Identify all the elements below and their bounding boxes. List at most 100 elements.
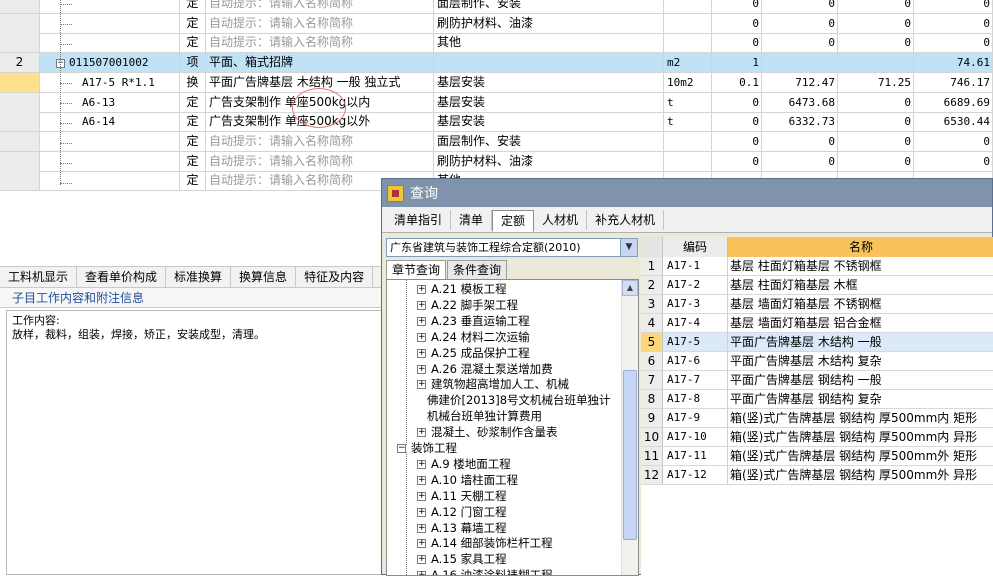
dialog-titlebar[interactable]: 查询 (382, 179, 992, 207)
tree-node[interactable]: 佛建价[2013]8号文机械台班单独计 (427, 392, 611, 408)
item-quantity[interactable]: 0 (712, 92, 762, 112)
dialog-tab[interactable]: 定额 (492, 209, 535, 232)
item-name[interactable]: 自动提示：请输入名称简称 (206, 13, 434, 33)
item-name[interactable]: 自动提示：请输入名称简称 (206, 131, 434, 151)
chevron-down-icon[interactable]: ▼ (620, 239, 637, 256)
expand-icon[interactable]: + (417, 523, 426, 533)
item-feature[interactable]: 刷防护材料、油漆 (434, 151, 664, 171)
quota-code[interactable]: −011507001002 (40, 53, 180, 73)
work-content-textbox[interactable] (6, 310, 385, 575)
grid-row[interactable]: A17-5 R*1.1…换平面广告牌基层 木结构 一般 独立式基层安装10m20… (0, 72, 993, 93)
item-name[interactable]: 自动提示：请输入名称简称 (206, 151, 434, 171)
item-quantity[interactable]: 1 (712, 53, 762, 73)
item-quantity[interactable]: 0 (712, 0, 762, 13)
dialog-tab[interactable]: 人材机 (534, 209, 588, 230)
grid-row[interactable]: 定自动提示：请输入名称简称 刷防护材料、油漆 0 0 0 0 (0, 151, 993, 172)
item-quantity[interactable]: 0 (712, 131, 762, 151)
item-feature[interactable]: 面层制作、安装 (434, 131, 664, 151)
expand-icon[interactable]: + (417, 507, 426, 517)
item-name[interactable]: 自动提示：请输入名称简称 (206, 33, 434, 53)
grid-row[interactable]: 定自动提示：请输入名称简称 面层制作、安装 0 0 0 0 (0, 131, 993, 152)
expand-icon[interactable]: + (417, 539, 426, 549)
grid-row[interactable]: 定自动提示：请输入名称简称 刷防护材料、油漆 0 0 0 0 (0, 13, 993, 34)
table-header-name[interactable]: 名称 (728, 237, 993, 257)
tree-node[interactable]: + A.9 楼地面工程 (417, 456, 511, 472)
tree-node[interactable]: + A.26 混凝土泵送增加费 (417, 361, 553, 377)
expand-icon[interactable]: + (417, 285, 426, 294)
quota-library-select[interactable]: 广东省建筑与装饰工程综合定额(2010) ▼ (386, 238, 638, 257)
lower-tab[interactable]: 标准换算 (166, 267, 232, 287)
table-row[interactable]: 4 A17-4 基层 墙面灯箱基层 铝合金框 (641, 314, 993, 333)
tree-node[interactable]: + A.23 垂直运输工程 (417, 313, 530, 329)
expand-icon[interactable]: + (417, 380, 426, 390)
expand-icon[interactable]: + (417, 300, 426, 310)
item-name[interactable]: 自动提示：请输入名称简称 (206, 0, 434, 13)
scroll-thumb[interactable] (623, 370, 637, 540)
dialog-tab[interactable]: 补充人材机 (587, 209, 665, 230)
grid-row[interactable]: A6-13 定广告支架制作 单座500kg以内 基层安装 t 0 6473.68 0 6689… (0, 92, 993, 113)
quota-code[interactable] (40, 151, 180, 171)
expand-icon[interactable]: + (417, 491, 426, 501)
quota-code[interactable] (40, 33, 180, 53)
table-row[interactable]: 2 A17-2 基层 柱面灯箱基层 木框 (641, 276, 993, 295)
item-feature[interactable]: 基层安装 (434, 112, 664, 132)
quota-code[interactable] (40, 171, 180, 191)
tree-node[interactable]: + A.11 天棚工程 (417, 488, 507, 504)
tree-node[interactable]: + A.24 材料二次运输 (417, 329, 530, 345)
grid-row[interactable]: A6-14 定广告支架制作 单座500kg以外 基层安装 t 0 6332.73 0 6530… (0, 112, 993, 133)
query-mode-tab[interactable]: 章节查询 (386, 260, 447, 279)
table-row[interactable]: 12 A17-12 箱(竖)式广告牌基层 钢结构 厚500mm外 异形 (641, 466, 993, 485)
grid-row[interactable]: 2−011507001002 项平面、箱式招牌 m2 1 74.61 (0, 53, 993, 74)
item-name[interactable]: 平面、箱式招牌 (206, 53, 434, 73)
scroll-up-icon[interactable]: ▲ (622, 280, 638, 296)
table-header-code[interactable]: 编码 (663, 237, 728, 257)
table-row[interactable]: 8 A17-8 平面广告牌基层 钢结构 复杂 (641, 390, 993, 409)
dialog-tab[interactable]: 清单 (451, 209, 493, 230)
table-row[interactable]: 5 A17-5 平面广告牌基层 木结构 一般 (641, 333, 993, 352)
expand-icon[interactable]: + (417, 348, 426, 358)
item-feature[interactable] (434, 53, 664, 73)
query-mode-tab[interactable]: 条件查询 (447, 260, 508, 279)
quota-code[interactable] (40, 131, 180, 151)
item-feature[interactable]: 其他 (434, 33, 664, 53)
tree-node[interactable]: 机械台班单独计算费用 (427, 408, 542, 424)
table-row[interactable]: 10 A17-10 箱(竖)式广告牌基层 钢结构 厚500mm内 异形 (641, 428, 993, 447)
expand-icon[interactable]: + (417, 316, 426, 326)
tree-node[interactable]: + A.13 幕墙工程 (417, 520, 507, 536)
quota-code[interactable]: A6-13 (40, 92, 180, 112)
expand-icon[interactable]: + (417, 555, 426, 565)
tree-node[interactable]: + A.21 模板工程 (417, 281, 507, 297)
lower-tab[interactable]: 换算信息 (231, 267, 297, 287)
tree-scrollbar[interactable]: ▲ (621, 280, 638, 575)
expand-icon[interactable]: + (417, 475, 426, 485)
dialog-tab[interactable]: 清单指引 (386, 209, 452, 230)
item-feature[interactable]: 刷防护材料、油漆 (434, 13, 664, 33)
item-quantity[interactable]: 0.1 (712, 72, 762, 92)
tree-node[interactable]: + 建筑物超高增加人工、机械 (417, 376, 569, 392)
expand-icon[interactable]: + (417, 364, 426, 374)
item-quantity[interactable]: 0 (712, 33, 762, 53)
item-quantity[interactable]: 0 (712, 13, 762, 33)
tree-node[interactable]: + A.10 墙柱面工程 (417, 472, 518, 488)
table-row[interactable]: 6 A17-6 平面广告牌基层 木结构 复杂 (641, 352, 993, 371)
tree-node[interactable]: + 混凝土、砂浆制作含量表 (417, 424, 558, 440)
lower-tab[interactable]: 查看单价构成 (77, 267, 167, 287)
lower-tab[interactable]: 特征及内容 (296, 267, 374, 287)
item-quantity[interactable]: 0 (712, 151, 762, 171)
collapse-icon[interactable]: − (397, 444, 406, 453)
grid-row[interactable]: 定自动提示：请输入名称简称 其他 0 0 0 0 (0, 33, 993, 54)
table-row[interactable]: 11 A17-11 箱(竖)式广告牌基层 钢结构 厚500mm外 矩形 (641, 447, 993, 466)
table-row[interactable]: 7 A17-7 平面广告牌基层 钢结构 一般 (641, 371, 993, 390)
item-feature[interactable]: 基层安装 (434, 92, 664, 112)
quota-code[interactable]: A6-14 (40, 112, 180, 132)
expand-icon[interactable]: + (417, 428, 426, 438)
expand-icon[interactable]: + (417, 571, 426, 575)
tree-node[interactable]: + A.14 细部装饰栏杆工程 (417, 535, 553, 551)
tree-node[interactable]: + A.25 成品保护工程 (417, 345, 530, 361)
grid-row[interactable]: 定自动提示：请输入名称简称 面层制作、安装 0 0 0 0 (0, 0, 993, 14)
table-row[interactable]: 9 A17-9 箱(竖)式广告牌基层 钢结构 厚500mm内 矩形 (641, 409, 993, 428)
tree-node[interactable]: + A.22 脚手架工程 (417, 297, 518, 313)
item-quantity[interactable]: 0 (712, 112, 762, 132)
item-feature[interactable]: 基层安装 (434, 72, 664, 92)
table-row[interactable]: 3 A17-3 基层 墙面灯箱基层 不锈钢框 (641, 295, 993, 314)
